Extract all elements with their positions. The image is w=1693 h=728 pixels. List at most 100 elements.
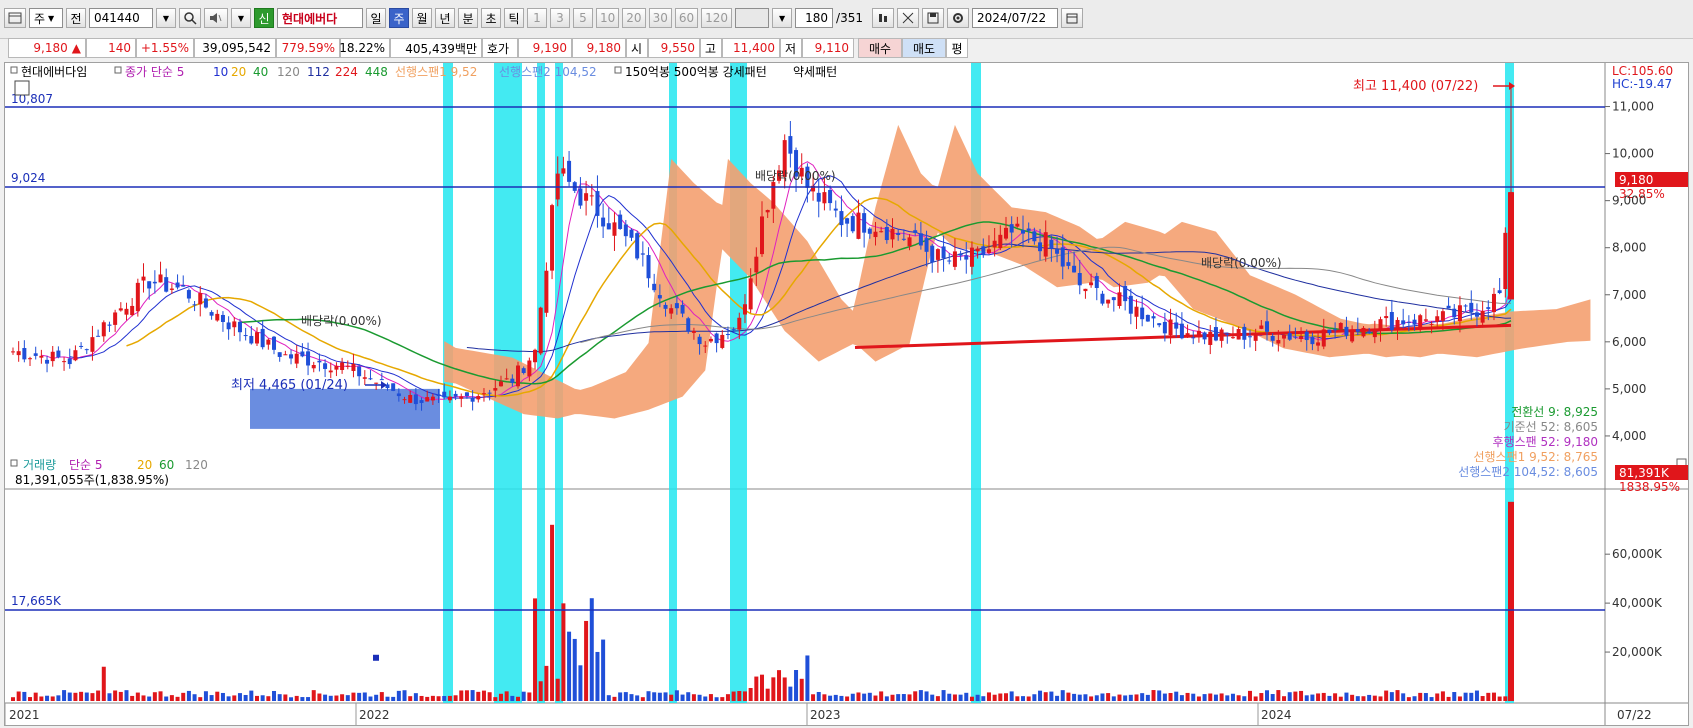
crosshair-icon[interactable]: [896, 8, 919, 28]
chart-svg[interactable]: 10,807 9,024 17,665K 현대에버다임 종가 단순 5 10 2…: [4, 63, 1688, 725]
volume-bar: [1412, 696, 1417, 701]
volume-bar: [357, 692, 362, 701]
candle-body: [1060, 247, 1065, 267]
volume-bar: [408, 696, 413, 701]
volume-bar: [1100, 693, 1105, 701]
minute-20[interactable]: 20: [622, 8, 646, 28]
speaker-dropdown-icon[interactable]: ▼: [231, 8, 251, 28]
date-input[interactable]: 2024/07/22: [971, 8, 1058, 28]
candle-body: [28, 358, 33, 360]
candle-body: [158, 274, 163, 283]
volume-bar: [1463, 692, 1468, 701]
grid-toggle-icon[interactable]: [14, 80, 30, 96]
volume-bar: [1225, 695, 1230, 701]
candle-body: [215, 313, 220, 321]
volume-bar: [50, 696, 55, 701]
candle-body: [1162, 321, 1167, 334]
candle-body: [1435, 316, 1440, 322]
period-day[interactable]: 일: [366, 8, 386, 28]
volume-bar: [1021, 696, 1026, 701]
period-second[interactable]: 초: [481, 8, 501, 28]
candle-body: [164, 277, 169, 292]
volume-bar: [907, 694, 912, 701]
candle-body: [464, 392, 469, 396]
period-week[interactable]: 주: [389, 8, 409, 28]
sell-button[interactable]: 매도: [902, 38, 946, 58]
stock-code-input[interactable]: 041440: [89, 8, 153, 28]
save-icon[interactable]: [921, 8, 944, 28]
new-badge[interactable]: 신: [254, 8, 274, 28]
candle-body: [1072, 265, 1077, 273]
period-dropdown[interactable]: 주 ▼: [29, 8, 63, 28]
period-year[interactable]: 년: [435, 8, 455, 28]
candle-body: [504, 378, 509, 380]
candle-settings-icon[interactable]: [871, 8, 894, 28]
candle-body: [84, 349, 89, 351]
legend-span1: 선행스팬1 9,52: [395, 64, 477, 79]
price-change: 140: [86, 38, 136, 58]
gear-icon[interactable]: [946, 8, 969, 28]
minute-1[interactable]: 1: [527, 8, 547, 28]
minute-5[interactable]: 5: [573, 8, 593, 28]
candle-body: [289, 354, 294, 359]
hoga-label: 호가: [482, 38, 518, 58]
minute-10[interactable]: 10: [596, 8, 620, 28]
volume-bar: [1003, 693, 1008, 701]
candle-body: [833, 208, 838, 211]
volume-value: 39,095,542: [194, 38, 276, 58]
candle-body: [1026, 228, 1031, 231]
volume-bar: [209, 695, 214, 701]
candle-body: [561, 168, 566, 174]
volume-bar: [1344, 692, 1349, 701]
candle-body: [1055, 249, 1060, 254]
volume-bar: [254, 695, 259, 701]
candle-body: [73, 350, 78, 361]
period-tick[interactable]: 틱: [504, 8, 524, 28]
lc-label: LC:105.60: [1612, 64, 1673, 78]
chart-area[interactable]: 10,807 9,024 17,665K 현대에버다임 종가 단순 5 10 2…: [4, 62, 1689, 726]
eval-button[interactable]: 평: [946, 38, 968, 58]
minute-3[interactable]: 3: [550, 8, 570, 28]
buy-button[interactable]: 매수: [858, 38, 902, 58]
prev-button[interactable]: 전: [66, 8, 86, 28]
candle-body: [1128, 295, 1133, 314]
interval-input[interactable]: [735, 8, 770, 28]
volume-bar: [998, 693, 1003, 701]
candle-body: [674, 303, 679, 309]
volume-bar: [572, 638, 577, 701]
minute-30[interactable]: 30: [648, 8, 672, 28]
candle-body: [11, 351, 15, 353]
candle-body: [623, 224, 628, 237]
count-input[interactable]: 180: [795, 8, 834, 28]
minute-60[interactable]: 60: [674, 8, 699, 28]
volume-bar: [1066, 692, 1071, 701]
candle-body: [1406, 321, 1411, 323]
candle-body: [447, 396, 452, 401]
legend-close: 종가 단순 5: [125, 65, 184, 79]
volume-bar: [396, 690, 401, 701]
period-month[interactable]: 월: [412, 8, 432, 28]
code-dropdown-icon[interactable]: ▼: [156, 8, 176, 28]
indicator-value: 전환선 9: 8,925: [1511, 405, 1598, 419]
candle-body: [1338, 322, 1343, 330]
search-icon[interactable]: [179, 8, 201, 28]
low-label: 저: [780, 38, 802, 58]
candle-body: [1100, 293, 1105, 304]
candle-body: [1418, 315, 1423, 330]
candle-body: [396, 393, 401, 397]
period-minute[interactable]: 분: [458, 8, 478, 28]
candle-body: [260, 328, 265, 348]
interval-dropdown-icon[interactable]: ▼: [772, 8, 793, 28]
calendar-icon[interactable]: [1060, 8, 1083, 28]
candle-body: [470, 397, 475, 402]
candle-body: [1367, 331, 1372, 334]
minute-120[interactable]: 120: [701, 8, 733, 28]
candle-body: [1265, 321, 1270, 332]
volume-bar: [266, 696, 271, 701]
candle-body: [1202, 332, 1207, 340]
candle-body: [1440, 311, 1445, 321]
candle-body: [867, 228, 872, 234]
volume-bar: [606, 695, 611, 701]
speaker-icon[interactable]: [204, 8, 228, 28]
chart-icon[interactable]: [4, 8, 26, 28]
